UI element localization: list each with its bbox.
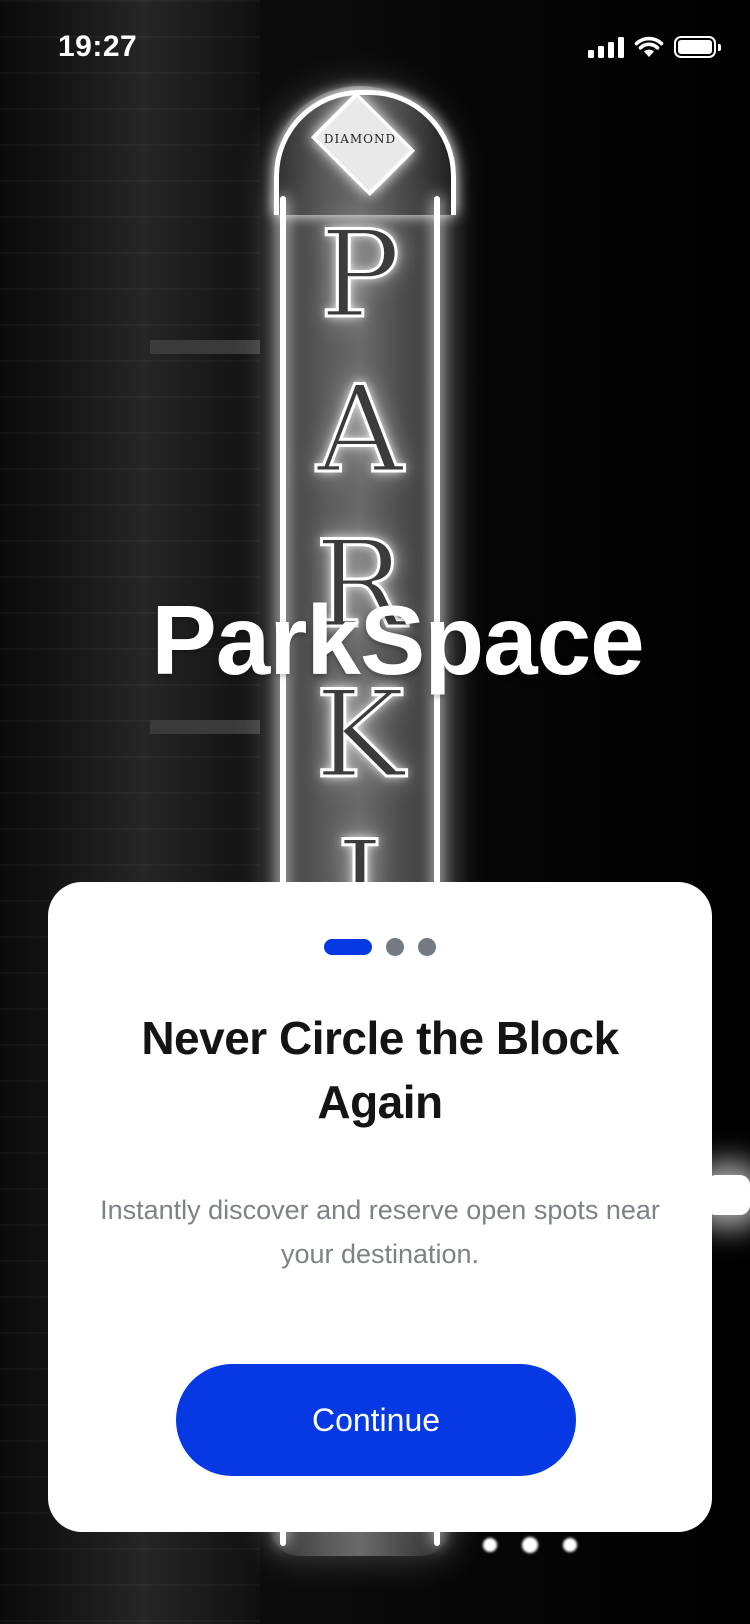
page-dot[interactable] bbox=[386, 938, 404, 956]
page-dot-active[interactable] bbox=[324, 939, 372, 955]
app-brand-title: ParkSpace bbox=[151, 585, 644, 695]
building-ledge bbox=[150, 340, 260, 354]
battery-icon bbox=[674, 36, 721, 58]
street-light bbox=[706, 1175, 750, 1215]
status-bar: 19:27 bbox=[0, 0, 750, 94]
onboarding-screen: DIAMOND P A R K I 19:27 ParkSpace bbox=[0, 0, 750, 1624]
status-time: 19:27 bbox=[58, 30, 138, 63]
cellular-signal-icon bbox=[588, 36, 624, 58]
building-ledge bbox=[150, 720, 260, 734]
status-icons bbox=[588, 34, 721, 60]
distant-lights bbox=[470, 1530, 600, 1560]
page-dot[interactable] bbox=[418, 938, 436, 956]
sign-letter: P bbox=[318, 205, 402, 347]
onboarding-card: Never Circle the Block Again Instantly d… bbox=[48, 882, 712, 1532]
sign-letter: A bbox=[315, 360, 405, 502]
page-indicator bbox=[48, 938, 712, 956]
onboarding-headline: Never Circle the Block Again bbox=[141, 1012, 619, 1128]
continue-button[interactable]: Continue bbox=[176, 1364, 576, 1476]
sign-badge-text: DIAMOND bbox=[323, 132, 397, 146]
onboarding-subtitle: Instantly discover and reserve open spot… bbox=[100, 1195, 660, 1269]
wifi-icon bbox=[634, 36, 664, 57]
